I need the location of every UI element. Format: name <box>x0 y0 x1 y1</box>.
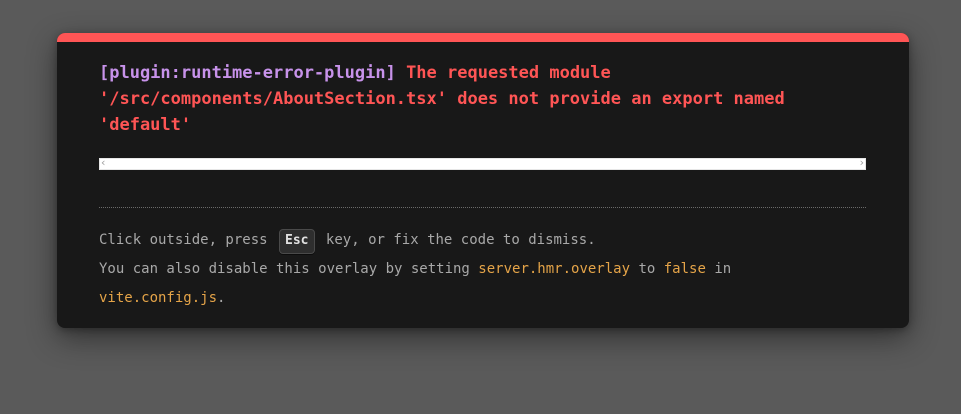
code-frame-scroll-area[interactable]: ‹ › <box>99 156 866 170</box>
overlay-backdrop[interactable]: [plugin:runtime-error-plugin] The reques… <box>0 0 961 414</box>
tip-line2-after: in <box>705 261 732 277</box>
config-file-name: vite.config.js <box>99 290 218 306</box>
setting-value: false <box>663 261 706 277</box>
tip-line3-after: . <box>217 290 226 306</box>
scroll-right-icon[interactable]: › <box>860 156 864 170</box>
error-overlay-window: [plugin:runtime-error-plugin] The reques… <box>57 33 909 328</box>
error-message: [plugin:runtime-error-plugin] The reques… <box>99 60 869 138</box>
esc-key: Esc <box>279 229 315 254</box>
scroll-left-icon[interactable]: ‹ <box>101 156 105 170</box>
setting-name: server.hmr.overlay <box>478 261 631 277</box>
tip-divider <box>99 207 866 208</box>
dismiss-tip: Click outside, press Esc key, or fix the… <box>99 226 869 313</box>
tip-line1-after: key, or fix the code to dismiss. <box>317 232 596 248</box>
error-accent-bar <box>57 33 909 42</box>
tip-line2-middle: to <box>630 261 664 277</box>
tip-line2-before: You can also disable this overlay by set… <box>99 261 479 277</box>
plugin-tag: [plugin:runtime-error-plugin] <box>99 63 396 83</box>
tip-line1-before: Click outside, press <box>99 232 277 248</box>
